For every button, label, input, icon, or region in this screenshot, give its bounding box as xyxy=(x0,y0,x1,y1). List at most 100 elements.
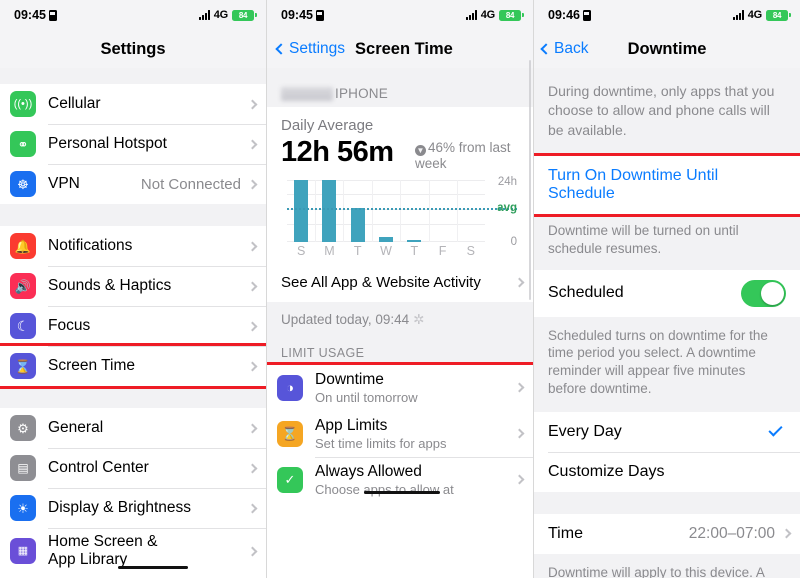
xtick: T xyxy=(353,243,362,258)
every-day-label: Every Day xyxy=(548,422,622,440)
network-label: 4G xyxy=(747,9,762,21)
weekly-delta: ▼ 46% from last week xyxy=(415,136,519,172)
signal-bars-icon xyxy=(732,10,744,20)
vertical-scrollbar[interactable] xyxy=(528,60,531,300)
customize-days-option[interactable]: Customize Days xyxy=(534,451,800,492)
sidebar-item-vpn[interactable]: ☸ VPN Not Connected xyxy=(0,164,266,204)
home-screen-icon: ▦ xyxy=(10,538,36,564)
down-arrow-icon: ▼ xyxy=(415,145,426,156)
row-label: Screen Time xyxy=(48,357,136,374)
schedule-mode-list: Every Day Customize Days xyxy=(534,411,800,492)
row-sublabel: Set time limits for apps xyxy=(315,435,447,451)
general-icon: ⚙ xyxy=(10,415,36,441)
chart-bars xyxy=(287,179,485,242)
row-label: Display & Brightness xyxy=(48,499,192,516)
network-label: 4G xyxy=(213,9,228,21)
sim-card-icon xyxy=(582,9,591,21)
chevron-right-icon xyxy=(247,361,258,371)
status-time: 09:45 xyxy=(14,8,46,22)
sidebar-item-cellular[interactable]: ((•)) Cellular xyxy=(0,84,266,124)
three-panel-screenshot: 09:45 4G 84 Settings ((•)) Cellular ⚭ Pe… xyxy=(0,0,800,578)
signal-bars-icon xyxy=(198,10,210,20)
settings-group-1: ((•)) Cellular ⚭ Personal Hotspot ☸ VPN … xyxy=(0,84,266,204)
usage-bar-chart: 24h avg 0 xyxy=(287,176,517,248)
chevron-right-icon xyxy=(247,546,258,556)
chevron-right-icon xyxy=(514,277,525,288)
spinner-icon: ✲ xyxy=(413,311,425,327)
group-spacer xyxy=(534,491,800,514)
redaction-scribble xyxy=(118,566,188,569)
downtime-icon: ◑ xyxy=(277,374,303,401)
list-item-app-limits[interactable]: ⌛ App Limits Set time limits for apps xyxy=(267,410,533,457)
sidebar-item-home-screen-app-library[interactable]: ▦ Home Screen & App Library xyxy=(0,528,266,574)
device-name-header: IPHONE xyxy=(267,68,533,107)
back-button[interactable]: Back xyxy=(540,30,588,68)
status-time: 09:45 xyxy=(281,8,313,22)
row-label: Control Center xyxy=(48,459,149,476)
sidebar-item-general[interactable]: ⚙ General xyxy=(0,408,266,448)
status-bar: 09:46 4G 84 xyxy=(534,0,800,30)
navbar-downtime: Back Downtime xyxy=(534,30,800,68)
row-label: VPN xyxy=(48,175,80,192)
scheduled-toggle-row[interactable]: Scheduled xyxy=(534,269,800,317)
xtick: M xyxy=(324,243,335,258)
xtick: T xyxy=(410,243,419,258)
chevron-right-icon xyxy=(247,241,258,251)
redacted-device-name xyxy=(281,86,333,101)
weekly-delta-text: 46% from last week xyxy=(415,140,511,171)
network-label: 4G xyxy=(480,9,495,21)
xtick: S xyxy=(466,243,475,258)
turn-on-downtime-button[interactable]: Turn On Downtime Until Schedule xyxy=(534,152,800,217)
row-label: Always Allowed xyxy=(315,462,422,480)
panel-downtime: 09:46 4G 84 Back Downtime During downtim… xyxy=(534,0,800,578)
see-all-label: See All App & Website Activity xyxy=(281,274,481,292)
focus-icon: ☾ xyxy=(10,313,36,339)
device-name-suffix: IPHONE xyxy=(335,86,388,101)
time-row[interactable]: Time 22:00–07:00 xyxy=(534,513,800,554)
sim-card-icon xyxy=(315,9,324,21)
chevron-left-icon xyxy=(540,43,552,55)
chevron-right-icon xyxy=(514,382,525,393)
sidebar-item-personal-hotspot[interactable]: ⚭ Personal Hotspot xyxy=(0,124,266,164)
sidebar-item-notifications[interactable]: 🔔 Notifications xyxy=(0,226,266,266)
sidebar-item-sounds-haptics[interactable]: 🔊 Sounds & Haptics xyxy=(0,266,266,306)
downtime-intro-text: During downtime, only apps that you choo… xyxy=(534,68,800,156)
row-label: Personal Hotspot xyxy=(48,135,167,152)
scheduled-footnote: Scheduled turns on downtime for the time… xyxy=(534,316,800,412)
see-all-activity-row[interactable]: See All App & Website Activity xyxy=(267,263,533,302)
chevron-right-icon xyxy=(247,321,258,331)
row-label: Home Screen & xyxy=(48,533,158,551)
signal-bars-icon xyxy=(465,10,477,20)
chevron-right-icon xyxy=(247,179,258,189)
row-sublabel: Choose apps to allow at xyxy=(315,481,454,497)
sidebar-item-control-center[interactable]: ▤ Control Center xyxy=(0,448,266,488)
chevron-right-icon xyxy=(247,281,258,291)
toggle-knob xyxy=(761,281,784,305)
time-value: 22:00–07:00 xyxy=(688,524,775,542)
updated-status: Updated today, 09:44 ✲ xyxy=(267,301,533,332)
list-item-always-allowed[interactable]: ✓ Always Allowed Choose apps to allow at xyxy=(267,456,533,503)
sidebar-item-focus[interactable]: ☾ Focus xyxy=(0,306,266,346)
screen-time-icon: ⌛ xyxy=(10,353,36,379)
chevron-right-icon xyxy=(247,423,258,433)
section-header-limit-usage: LIMIT USAGE xyxy=(267,331,533,365)
sidebar-item-display-brightness[interactable]: ☀ Display & Brightness xyxy=(0,488,266,528)
back-button[interactable]: Settings xyxy=(275,40,345,58)
navbar-screen-time: Settings Screen Time xyxy=(267,30,533,68)
xtick: F xyxy=(438,243,447,258)
list-item-downtime[interactable]: ◑ Downtime On until tomorrow xyxy=(267,361,533,414)
row-label: General xyxy=(48,419,104,436)
daily-average-label: Daily Average xyxy=(281,117,374,134)
scheduled-toggle[interactable] xyxy=(741,279,786,307)
cellular-icon: ((•)) xyxy=(10,91,36,117)
daily-average-card[interactable]: Daily Average 12h 56m ▼ 46% from last wee… xyxy=(267,107,533,264)
settings-group-2: 🔔 Notifications 🔊 Sounds & Haptics ☾ Foc… xyxy=(0,226,266,389)
battery-icon: 84 xyxy=(766,9,791,21)
time-footnote-text: Downtime will apply to this device. A do… xyxy=(548,564,765,578)
notifications-icon: 🔔 xyxy=(10,233,36,259)
bar-thu xyxy=(407,239,422,242)
row-label: Cellular xyxy=(48,95,101,112)
sidebar-item-screen-time[interactable]: ⌛ Screen Time xyxy=(0,343,266,389)
every-day-option[interactable]: Every Day xyxy=(534,411,800,452)
group-spacer xyxy=(0,386,266,408)
